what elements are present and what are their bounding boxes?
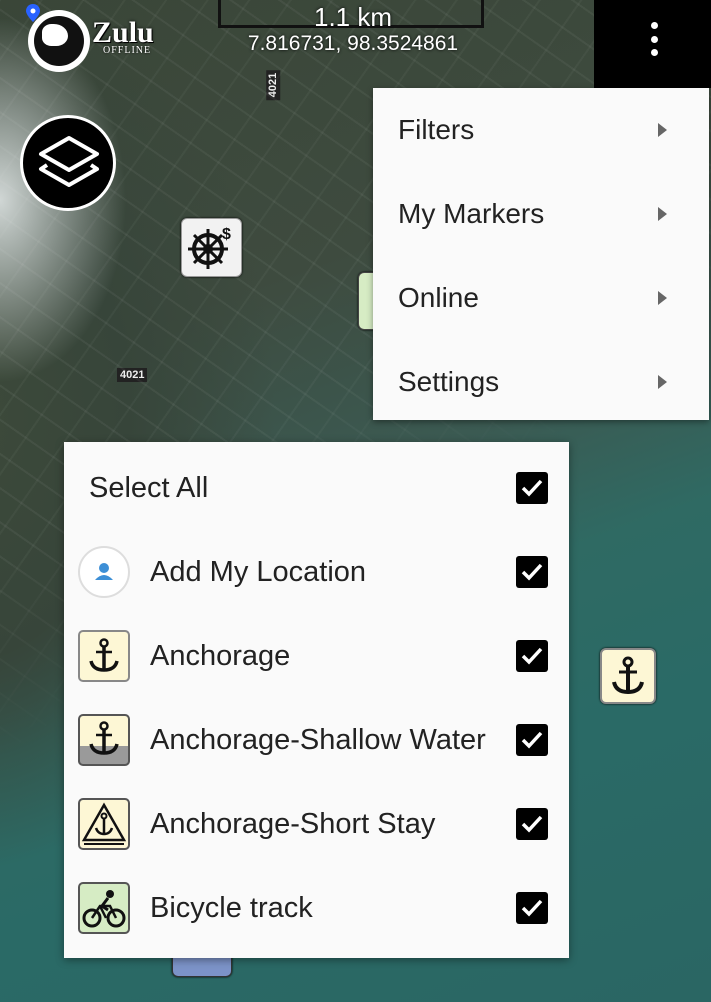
select-all-checkbox[interactable]: [516, 472, 548, 504]
filter-row-anchorage[interactable]: Anchorage: [64, 614, 569, 698]
anchorage-marker-icon[interactable]: [600, 648, 656, 704]
filter-checkbox[interactable]: [516, 892, 548, 924]
filter-checkbox[interactable]: [516, 808, 548, 840]
submenu-arrow-icon: [658, 375, 667, 389]
filter-row-add-my-location[interactable]: Add My Location: [64, 530, 569, 614]
filter-label: Anchorage-Shallow Water: [150, 723, 486, 756]
top-bar: Zulu OFFLINE 1.1 km 7.816731, 98.3524861: [0, 0, 594, 72]
filter-label: Add My Location: [150, 555, 367, 588]
coordinates-label: 7.816731, 98.3524861: [247, 32, 459, 55]
menu-item-my-markers[interactable]: My Markers: [373, 172, 709, 256]
filter-row-anchorage-shallow-water[interactable]: Anchorage-Shallow Water: [64, 698, 569, 782]
overflow-menu: Filters My Markers Online Settings: [373, 88, 709, 420]
menu-item-label: Settings: [398, 366, 500, 397]
submenu-arrow-icon: [658, 123, 667, 137]
filter-label: Anchorage: [150, 639, 291, 672]
menu-item-label: My Markers: [398, 198, 545, 229]
filter-label: Bicycle track: [150, 891, 313, 924]
menu-item-filters[interactable]: Filters: [373, 88, 709, 172]
submenu-arrow-icon: [658, 207, 667, 221]
logo-subtext: OFFLINE: [103, 45, 152, 56]
bicycle-icon: [78, 882, 130, 934]
filter-checkbox[interactable]: [516, 724, 548, 756]
filter-row-select-all[interactable]: Select All: [64, 446, 569, 530]
menu-item-label: Online: [398, 282, 479, 313]
filter-row-anchorage-short-stay[interactable]: Anchorage-Short Stay: [64, 782, 569, 866]
logo-text: Zulu: [92, 16, 154, 49]
anchor-icon: [78, 630, 130, 682]
layers-icon: [39, 136, 99, 187]
person-location-icon: [78, 546, 130, 598]
overflow-menu-icon[interactable]: [644, 22, 664, 56]
road-label: 4021: [266, 69, 281, 101]
filter-row-bicycle-track[interactable]: Bicycle track: [64, 866, 569, 950]
filter-label: Select All: [89, 471, 209, 504]
scale-label: 1.1 km: [313, 2, 393, 32]
anchor-short-stay-icon: [78, 798, 130, 850]
svg-text:$: $: [222, 226, 231, 243]
road-label: 4021: [117, 368, 148, 382]
filter-checkbox[interactable]: [516, 556, 548, 588]
menu-item-label: Filters: [398, 114, 475, 145]
filter-panel: Select All Add My Location Anchorage Anc…: [64, 442, 569, 958]
marina-marker-icon[interactable]: $: [181, 218, 242, 277]
submenu-arrow-icon: [658, 291, 667, 305]
menu-item-online[interactable]: Online: [373, 256, 709, 340]
filter-label: Anchorage-Short Stay: [150, 807, 436, 840]
filter-checkbox[interactable]: [516, 640, 548, 672]
anchor-shallow-icon: [78, 714, 130, 766]
menu-item-settings[interactable]: Settings: [373, 340, 709, 424]
location-pin-icon: [26, 4, 40, 22]
layers-button[interactable]: [20, 115, 116, 211]
